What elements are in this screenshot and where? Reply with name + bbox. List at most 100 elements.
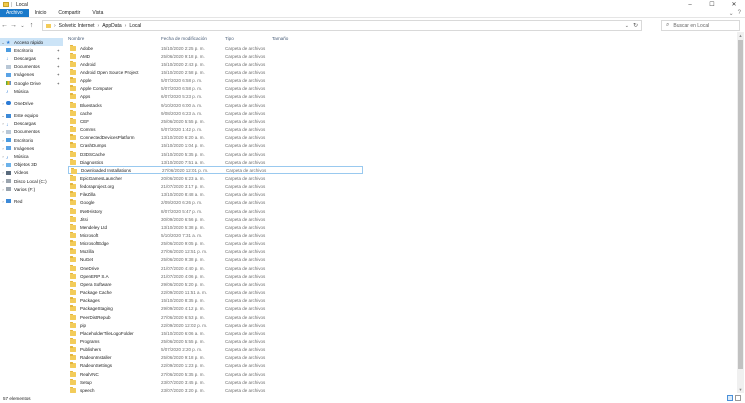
download-icon: ↓ <box>6 56 9 63</box>
tab-compartir[interactable]: Compartir <box>52 9 86 17</box>
column-header-type[interactable]: Tipo <box>225 36 234 41</box>
file-row[interactable]: RadeonInstaller 25/06/2020 9:18 p. m. Carp… <box>68 354 363 362</box>
file-row[interactable]: ConnectedDevicesPlatform 13/10/2020 6:20 … <box>68 134 363 142</box>
file-row[interactable]: Android Open Source Project 15/10/2020 2:… <box>68 68 363 76</box>
file-row[interactable]: Adobe 15/10/2020 2:25 p. m. Carpeta de arc… <box>68 44 363 52</box>
file-row[interactable]: Apple 5/07/2020 6:58 p. m. Carpeta de arch… <box>68 77 363 85</box>
sidebar-item-imagenes[interactable]: Imágenes ✦ <box>0 71 63 79</box>
column-header-name[interactable]: Nombre <box>68 36 84 41</box>
column-header-date[interactable]: Fecha de modificación <box>161 36 207 41</box>
sidebar-item-label: Red <box>14 198 23 204</box>
folder-icon <box>70 378 76 385</box>
sidebar-item-disco-local[interactable]: › Disco Local (C:) <box>0 177 63 185</box>
file-row[interactable]: RadeonSettings 22/09/2020 1:23 p. m. Carpe… <box>68 362 363 370</box>
file-row[interactable]: FileZilla 13/10/2020 8:48 a. m. Carpeta de… <box>68 191 363 199</box>
file-row[interactable]: Comms 5/07/2020 1:42 p. m. Carpeta de arch… <box>68 126 363 134</box>
file-name: Android Open Source Project <box>80 70 139 76</box>
file-row[interactable]: Jitsi 30/09/2020 6:56 p. m. Carpeta de arc… <box>68 215 363 223</box>
file-row[interactable]: Android 15/10/2020 2:43 p. m. Carpeta de a… <box>68 60 363 68</box>
file-row[interactable]: Apps 6/07/2020 5:23 p. m. Carpeta de archi… <box>68 93 363 101</box>
sidebar-item-pc-musica[interactable]: › ♪ Música <box>0 152 63 161</box>
sidebar-item-este-equipo[interactable]: ⌄ Este equipo <box>0 112 63 120</box>
file-date: 5/07/2020 6:58 p. m. <box>161 78 203 84</box>
file-row[interactable]: Mozilla 27/06/2020 12:51 p. m. Carpeta de … <box>68 248 363 256</box>
file-row[interactable]: MicrosoftEdge 25/06/2020 9:05 p. m. Carpet… <box>68 240 363 248</box>
file-row[interactable]: CrashDumps 15/10/2020 1:04 p. m. Carpeta d… <box>68 142 363 150</box>
sidebar-item-documentos[interactable]: Documentos ✦ <box>0 63 63 71</box>
details-view-icon[interactable] <box>727 395 733 401</box>
maximize-button[interactable]: ☐ <box>701 0 723 9</box>
file-name: RadeonInstaller <box>80 355 112 361</box>
tab-inicio[interactable]: Inicio <box>29 9 53 17</box>
file-row[interactable]: Microsoft 5/10/2020 7:31 a. m. Carpeta de … <box>68 231 363 239</box>
file-row[interactable]: Mendeley Ltd 13/10/2020 5:38 p. m. Carpeta… <box>68 223 363 231</box>
sidebar-item-quick-access[interactable]: ⌄ ★ Acceso rápido <box>0 38 63 47</box>
large-icons-view-icon[interactable] <box>735 395 741 401</box>
file-row[interactable]: NuGet 25/06/2020 9:38 p. m. Carpeta de arc… <box>68 256 363 264</box>
breadcrumb-item[interactable]: AppData <box>102 23 121 29</box>
vertical-scrollbar[interactable]: ▲ ▼ <box>737 32 744 393</box>
file-type: Carpeta de archivos <box>225 61 266 67</box>
file-row[interactable]: Opera Software 29/06/2020 5:20 p. m. Carpe… <box>68 280 363 288</box>
file-row[interactable]: Package Cache 22/09/2020 11:51 a. m. Carpe… <box>68 289 363 297</box>
address-bar[interactable]: › Solvetic Internet › AppData › Local ⌄ … <box>42 20 642 31</box>
file-row[interactable]: OpenERP S.A 21/07/2020 4:06 p. m. Carpeta … <box>68 272 363 280</box>
minimize-button[interactable]: – <box>679 0 701 9</box>
sidebar-item-pc-imagenes[interactable]: › Imágenes <box>0 144 63 152</box>
file-row[interactable]: PeerDistRepub 27/06/2020 6:53 p. m. Carpet… <box>68 313 363 321</box>
help-icon[interactable]: ? <box>738 10 741 17</box>
sidebar-item-videos[interactable]: › Vídeos <box>0 169 63 177</box>
file-row[interactable]: Packages 15/10/2020 8:35 p. m. Carpeta de … <box>68 297 363 305</box>
file-row[interactable]: Google 2/09/2020 6:26 p. m. Carpeta de arc… <box>68 199 363 207</box>
sidebar-item-red[interactable]: › Red <box>0 197 63 205</box>
file-row[interactable]: RealVNC 27/06/2020 5:35 p. m. Carpeta de a… <box>68 370 363 378</box>
sidebar-item-pc-documentos[interactable]: › Documentos <box>0 128 63 136</box>
file-row[interactable]: Apple Computer 5/07/2020 6:58 p. m. Carpet… <box>68 85 363 93</box>
search-input[interactable]: ⌕ Buscar en Local <box>661 20 740 31</box>
file-row[interactable]: D3DSCache 15/10/2020 5:35 p. m. Carpeta de… <box>68 150 363 158</box>
file-row[interactable]: INetHistory 8/07/2020 5:47 p. m. Carpeta d… <box>68 207 363 215</box>
file-row[interactable]: PlaceholderTileLogoFolder 15/10/2020 6:06… <box>68 329 363 337</box>
sidebar-item-google-drive[interactable]: Google Drive ✦ <box>0 79 63 87</box>
column-header-size[interactable]: Tamaño <box>272 36 288 41</box>
tab-archivo[interactable]: Archivo <box>0 9 29 17</box>
file-row[interactable]: Setup 23/07/2020 3:45 p. m. Carpeta de arc… <box>68 378 363 386</box>
file-row[interactable]: Diagnostics 13/10/2020 7:51 a. m. Carpeta … <box>68 158 363 166</box>
scrollbar-thumb[interactable] <box>738 40 743 369</box>
sidebar-item-varios[interactable]: › Varios (F:) <box>0 185 63 193</box>
file-row[interactable]: EpicGamesLauncher 20/06/2020 6:23 a. m. Ca… <box>68 174 363 182</box>
refresh-icon[interactable]: ↻ <box>633 22 638 29</box>
breadcrumb-item[interactable]: Local <box>129 23 141 29</box>
expand-ribbon-icon[interactable]: ⌄ <box>729 10 734 17</box>
scroll-down-icon[interactable]: ▼ <box>737 386 744 393</box>
file-row[interactable]: fedoraproject.org 21/07/2020 3:17 p. m. Ca… <box>68 183 363 191</box>
file-row[interactable]: Downloaded Installations 27/06/2020 12:01… <box>68 166 363 175</box>
sidebar-item-descargas[interactable]: ↓ Descargas ✦ <box>0 54 63 63</box>
file-row[interactable]: Bluestacks 9/10/2020 6:00 a. m. Carpeta de… <box>68 101 363 109</box>
sidebar-item-label: Escritorio <box>14 47 34 53</box>
up-icon[interactable]: ↑ <box>27 22 36 29</box>
sidebar-item-musica[interactable]: ♪ Música <box>0 87 63 96</box>
file-row[interactable]: CEF 25/06/2020 5:55 p. m. Carpeta de archi… <box>68 117 363 125</box>
breadcrumb-item[interactable]: Solvetic Internet <box>59 23 95 29</box>
file-row[interactable]: OneDrive 21/07/2020 4:40 p. m. Carpeta de … <box>68 264 363 272</box>
sidebar-item-objetos-3d[interactable]: › Objetos 3D <box>0 161 63 169</box>
chevron-right-icon: › <box>97 22 100 29</box>
sidebar-item-escritorio[interactable]: Escritorio ✦ <box>0 46 63 54</box>
tab-vista[interactable]: Vista <box>86 9 109 17</box>
scroll-up-icon[interactable]: ▲ <box>737 32 744 39</box>
forward-icon[interactable]: → <box>9 22 18 29</box>
chevron-down-icon[interactable]: ⌄ <box>625 23 629 29</box>
sidebar-item-onedrive[interactable]: › OneDrive <box>0 99 63 107</box>
file-row[interactable]: Programs 25/06/2020 5:55 p. m. Carpeta de … <box>68 337 363 345</box>
file-row[interactable]: AMD 25/06/2020 9:18 p. m. Carpeta de archi… <box>68 52 363 60</box>
back-icon[interactable]: ← <box>0 22 9 29</box>
file-row[interactable]: pip 22/09/2020 12:02 p. m. Carpeta de arch… <box>68 321 363 329</box>
sidebar-item-pc-descargas[interactable]: › ↓ Descargas <box>0 120 63 128</box>
file-row[interactable]: PackageStaging 29/09/2020 4:12 p. m. Carpe… <box>68 305 363 313</box>
close-button[interactable]: ✕ <box>723 0 745 9</box>
file-row[interactable]: cache 9/08/2020 6:23 a. m. Carpeta de arch… <box>68 109 363 117</box>
sidebar-item-pc-escritorio[interactable]: › Escritorio <box>0 136 63 144</box>
file-row[interactable]: Publishers 5/07/2020 2:20 p. m. Carpeta de… <box>68 346 363 354</box>
recent-locations-icon[interactable]: ⌄ <box>18 23 27 29</box>
